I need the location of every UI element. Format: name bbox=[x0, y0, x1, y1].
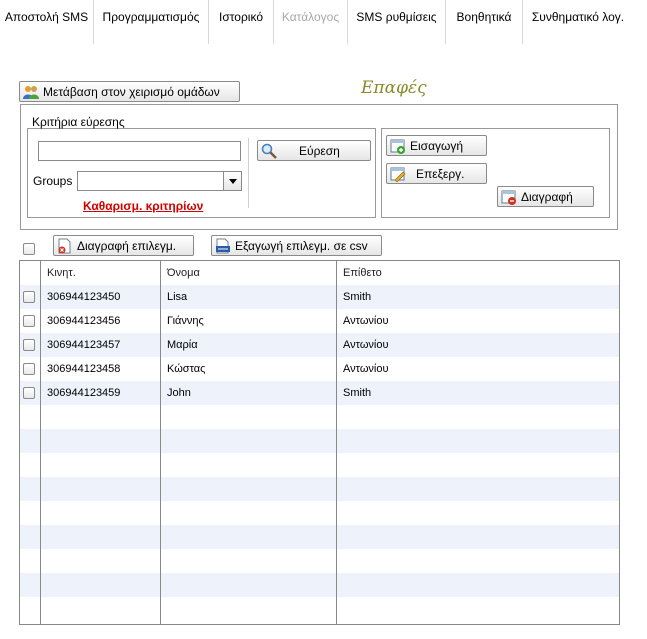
column-header-last-name[interactable]: Επίθετο bbox=[343, 261, 382, 285]
table-row[interactable]: 306944123456 Γιάννης Αντωνίου bbox=[20, 309, 619, 333]
edit-button-label: Επεξεργ. bbox=[416, 166, 465, 181]
empty-table-row bbox=[20, 573, 619, 597]
contacts-table: Κινητ. Όνομα Επίθετο 306944123450 Lisa Smi… bbox=[19, 260, 620, 625]
menu-sms-settings[interactable]: SMS ρυθμίσεις bbox=[348, 0, 446, 44]
groups-label: Groups bbox=[33, 174, 73, 188]
menu-history[interactable]: Ιστορικό bbox=[209, 0, 274, 44]
csv-file-icon bbox=[215, 238, 231, 254]
column-divider bbox=[160, 261, 161, 624]
column-header-first-name[interactable]: Όνομα bbox=[167, 261, 200, 285]
row-checkbox[interactable] bbox=[23, 339, 35, 351]
insert-button-label: Εισαγωγή bbox=[410, 138, 464, 153]
add-record-icon bbox=[390, 138, 406, 154]
cell-first-name: Γιάννης bbox=[167, 315, 204, 327]
groups-select[interactable] bbox=[77, 171, 242, 191]
column-divider bbox=[336, 261, 337, 624]
top-menu: Αποστολή SMS Προγραμματισμός Ιστορικό Κα… bbox=[0, 0, 647, 44]
edit-button[interactable]: Επεξεργ. bbox=[386, 163, 487, 184]
search-button-label: Εύρεση bbox=[299, 143, 340, 158]
empty-table-row bbox=[20, 549, 619, 573]
empty-table-row bbox=[20, 477, 619, 501]
cell-mobile: 306944123450 bbox=[47, 291, 121, 303]
empty-table-row bbox=[20, 429, 619, 453]
empty-table-row bbox=[20, 405, 619, 429]
delete-button[interactable]: Διαγραφή bbox=[497, 186, 594, 207]
cell-last-name: Αντωνίου bbox=[343, 315, 389, 327]
cell-mobile: 306944123457 bbox=[47, 339, 121, 351]
cell-mobile: 306944123458 bbox=[47, 363, 121, 375]
menu-catalog[interactable]: Κατάλογος bbox=[274, 0, 348, 44]
table-row[interactable]: 306944123457 Μαρία Αντωνίου bbox=[20, 333, 619, 357]
empty-table-row bbox=[20, 525, 619, 549]
export-csv-button[interactable]: Εξαγωγή επιλεγμ. σε csv bbox=[211, 235, 382, 256]
table-row[interactable]: 306944123458 Κώστας Αντωνίου bbox=[20, 357, 619, 381]
cell-last-name: Αντωνίου bbox=[343, 363, 389, 375]
column-header-mobile[interactable]: Κινητ. bbox=[47, 261, 76, 285]
empty-table-row bbox=[20, 453, 619, 477]
column-divider bbox=[40, 261, 41, 624]
cell-mobile: 306944123456 bbox=[47, 315, 121, 327]
cell-first-name: Μαρία bbox=[167, 339, 198, 351]
table-row[interactable]: 306944123450 Lisa Smith bbox=[20, 285, 619, 309]
cell-last-name: Smith bbox=[343, 387, 372, 399]
cell-first-name: Lisa bbox=[167, 291, 188, 303]
cell-last-name: Αντωνίου bbox=[343, 339, 389, 351]
insert-button[interactable]: Εισαγωγή bbox=[386, 135, 487, 156]
edit-record-icon bbox=[390, 166, 406, 182]
table-header: Κινητ. Όνομα Επίθετο bbox=[20, 261, 619, 286]
menu-utilities[interactable]: Βοηθητικά bbox=[446, 0, 523, 44]
search-input[interactable] bbox=[38, 141, 241, 161]
magnifier-icon bbox=[261, 143, 277, 159]
clear-criteria-link[interactable]: Καθαρισμ. κριτηρίων bbox=[83, 199, 203, 213]
cell-last-name: Smith bbox=[343, 291, 372, 303]
row-checkbox[interactable] bbox=[23, 315, 35, 327]
empty-table-row bbox=[20, 597, 619, 621]
cell-first-name: Κώστας bbox=[167, 363, 206, 375]
delete-selected-label: Διαγραφή επιλεγμ. bbox=[77, 238, 177, 253]
users-icon bbox=[23, 84, 39, 100]
page-title: Επαφές bbox=[361, 78, 427, 98]
table-row[interactable]: 306944123459 John Smith bbox=[20, 381, 619, 405]
search-divider bbox=[248, 138, 249, 208]
delete-record-icon bbox=[501, 189, 517, 205]
group-management-button[interactable]: Μετάβαση στον χειρισμό ομάδων bbox=[19, 81, 240, 102]
delete-button-label: Διαγραφή bbox=[521, 189, 573, 204]
search-button[interactable]: Εύρεση bbox=[257, 140, 371, 161]
group-management-label: Μετάβαση στον χειρισμό ομάδων bbox=[43, 84, 220, 99]
search-criteria-legend: Κριτήρια εύρεσης bbox=[32, 115, 125, 129]
menu-send-sms[interactable]: Αποστολή SMS bbox=[0, 0, 94, 44]
cell-mobile: 306944123459 bbox=[47, 387, 121, 399]
export-csv-label: Εξαγωγή επιλεγμ. σε csv bbox=[235, 238, 368, 253]
empty-table-row bbox=[20, 501, 619, 525]
chevron-down-icon bbox=[223, 172, 241, 190]
row-checkbox[interactable] bbox=[23, 291, 35, 303]
delete-selected-button[interactable]: Διαγραφή επιλεγμ. bbox=[53, 235, 194, 256]
menu-password[interactable]: Συνθηματικό λογ. bbox=[523, 0, 633, 44]
row-checkbox[interactable] bbox=[23, 363, 35, 375]
row-checkbox[interactable] bbox=[23, 387, 35, 399]
delete-document-icon bbox=[57, 238, 73, 254]
cell-first-name: John bbox=[167, 387, 191, 399]
select-all-checkbox[interactable] bbox=[23, 243, 35, 255]
menu-scheduling[interactable]: Προγραμματισμός bbox=[94, 0, 209, 44]
